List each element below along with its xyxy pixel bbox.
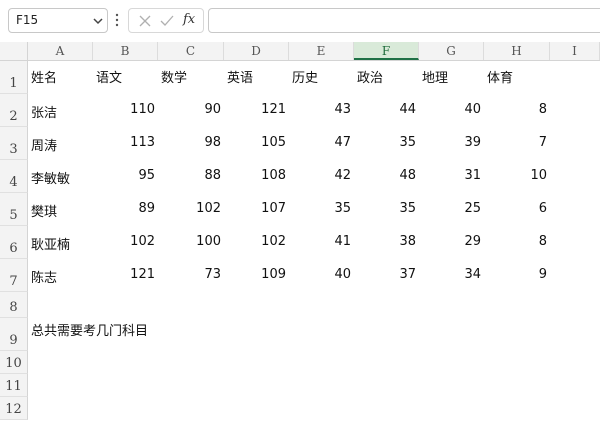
score-cell[interactable]: 41 [289, 234, 351, 249]
row-header-6[interactable]: 6 [0, 226, 28, 259]
score-cell[interactable]: 40 [419, 102, 481, 117]
chevron-down-icon[interactable] [92, 16, 104, 26]
name-box-value: F15 [16, 13, 39, 27]
header-cell-5[interactable]: 历史 [292, 67, 318, 86]
score-cell[interactable]: 37 [354, 267, 416, 282]
student-name-cell[interactable]: 耿亚楠 [31, 234, 70, 253]
row-header-3[interactable]: 3 [0, 127, 28, 160]
name-box[interactable]: F15 [8, 8, 108, 33]
insert-function-button[interactable]: fx [183, 12, 199, 28]
score-cell[interactable]: 8 [484, 102, 547, 117]
score-cell[interactable]: 102 [93, 234, 155, 249]
column-header-b[interactable]: B [93, 42, 158, 60]
score-cell[interactable]: 29 [419, 234, 481, 249]
score-cell[interactable]: 107 [224, 201, 286, 216]
header-cell-8[interactable]: 体育 [487, 67, 513, 86]
row-header-2[interactable]: 2 [0, 94, 28, 127]
score-cell[interactable]: 73 [158, 267, 221, 282]
score-cell[interactable]: 40 [289, 267, 351, 282]
row-header-4[interactable]: 4 [0, 160, 28, 193]
score-cell[interactable]: 100 [158, 234, 221, 249]
column-header-c[interactable]: C [158, 42, 224, 60]
question-cell[interactable]: 总共需要考几门科目 [31, 320, 148, 339]
header-cell-3[interactable]: 数学 [161, 67, 187, 86]
column-header-h[interactable]: H [484, 42, 550, 60]
score-cell[interactable]: 9 [484, 267, 547, 282]
header-cell-1[interactable]: 姓名 [31, 67, 57, 86]
cancel-icon[interactable] [137, 13, 153, 29]
score-cell[interactable]: 121 [224, 102, 286, 117]
header-cell-6[interactable]: 政治 [357, 67, 383, 86]
column-header-bar: ABCDEFGHI [0, 42, 600, 61]
formula-toolbar: F15 fx [0, 0, 600, 42]
row-header-12[interactable]: 12 [0, 397, 28, 420]
score-cell[interactable]: 108 [224, 168, 286, 183]
column-header-g[interactable]: G [419, 42, 484, 60]
column-header-a[interactable]: A [28, 42, 93, 60]
score-cell[interactable]: 110 [93, 102, 155, 117]
row-header-11[interactable]: 11 [0, 374, 28, 397]
score-cell[interactable]: 42 [289, 168, 351, 183]
score-cell[interactable]: 90 [158, 102, 221, 117]
score-cell[interactable]: 35 [354, 201, 416, 216]
score-cell[interactable]: 8 [484, 234, 547, 249]
formula-buttons: fx [128, 8, 204, 33]
header-cell-2[interactable]: 语文 [96, 67, 122, 86]
score-cell[interactable]: 43 [289, 102, 351, 117]
student-name-cell[interactable]: 李敏敏 [31, 168, 70, 187]
column-header-i[interactable]: I [550, 42, 600, 60]
score-cell[interactable]: 35 [289, 201, 351, 216]
score-cell[interactable]: 109 [224, 267, 286, 282]
score-cell[interactable]: 47 [289, 135, 351, 150]
score-cell[interactable]: 113 [93, 135, 155, 150]
score-cell[interactable]: 7 [484, 135, 547, 150]
header-cell-7[interactable]: 地理 [422, 67, 448, 86]
score-cell[interactable]: 98 [158, 135, 221, 150]
row-header-8[interactable]: 8 [0, 292, 28, 318]
score-cell[interactable]: 88 [158, 168, 221, 183]
score-cell[interactable]: 10 [484, 168, 547, 183]
row-header-10[interactable]: 10 [0, 351, 28, 374]
header-cell-4[interactable]: 英语 [227, 67, 253, 86]
column-header-d[interactable]: D [224, 42, 289, 60]
score-cell[interactable]: 89 [93, 201, 155, 216]
row-header-5[interactable]: 5 [0, 193, 28, 226]
formula-input[interactable] [208, 8, 600, 33]
score-cell[interactable]: 34 [419, 267, 481, 282]
score-cell[interactable]: 102 [224, 234, 286, 249]
more-options-icon[interactable] [114, 12, 120, 28]
score-cell[interactable]: 95 [93, 168, 155, 183]
score-cell[interactable]: 105 [224, 135, 286, 150]
select-all-corner[interactable] [0, 42, 28, 60]
row-header-9[interactable]: 9 [0, 318, 28, 351]
student-name-cell[interactable]: 樊琪 [31, 201, 57, 220]
score-cell[interactable]: 25 [419, 201, 481, 216]
column-header-f[interactable]: F [354, 42, 419, 60]
score-cell[interactable]: 48 [354, 168, 416, 183]
score-cell[interactable]: 6 [484, 201, 547, 216]
student-name-cell[interactable]: 陈志 [31, 267, 57, 286]
score-cell[interactable]: 35 [354, 135, 416, 150]
student-name-cell[interactable]: 周涛 [31, 135, 57, 154]
score-cell[interactable]: 31 [419, 168, 481, 183]
score-cell[interactable]: 39 [419, 135, 481, 150]
column-header-e[interactable]: E [289, 42, 354, 60]
row-header-7[interactable]: 7 [0, 259, 28, 292]
score-cell[interactable]: 44 [354, 102, 416, 117]
row-header-1[interactable]: 1 [0, 61, 28, 94]
student-name-cell[interactable]: 张洁 [31, 102, 57, 121]
confirm-icon[interactable] [159, 13, 175, 29]
score-cell[interactable]: 38 [354, 234, 416, 249]
score-cell[interactable]: 121 [93, 267, 155, 282]
score-cell[interactable]: 102 [158, 201, 221, 216]
